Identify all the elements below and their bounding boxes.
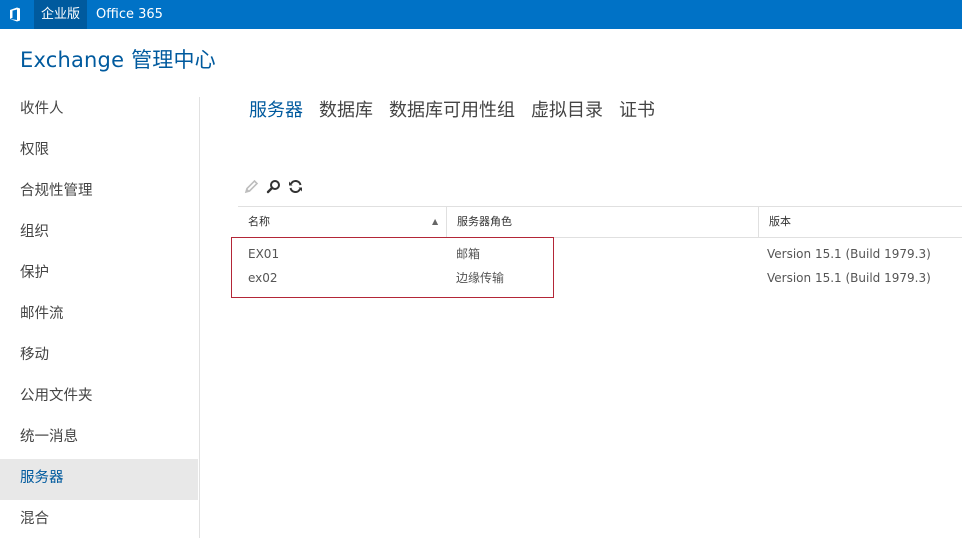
- column-header-role[interactable]: 服务器角色: [446, 207, 758, 237]
- sidebar-item-unified-messaging[interactable]: 统一消息: [0, 418, 198, 459]
- tab-servers[interactable]: 服务器: [249, 96, 303, 122]
- tab-databases[interactable]: 数据库: [319, 96, 373, 122]
- sidebar-item-permissions[interactable]: 权限: [0, 131, 198, 172]
- pencil-edit-icon[interactable]: [243, 177, 259, 195]
- sidebar-item-mobile[interactable]: 移动: [0, 336, 198, 377]
- sidebar-nav: 收件人 权限 合规性管理 组织 保护 邮件流 移动 公用文件夹 统一消息 服务器…: [0, 90, 198, 538]
- servers-grid: 名称 ▲ 服务器角色 版本 EX01 邮箱 Version 15.1 (Buil…: [238, 206, 962, 290]
- table-row[interactable]: EX01 邮箱 Version 15.1 (Build 1979.3): [238, 242, 962, 266]
- page-title: Exchange 管理中心: [20, 48, 216, 72]
- column-header-name-label: 名称: [248, 215, 270, 228]
- sidebar-item-servers[interactable]: 服务器: [0, 459, 198, 500]
- cell-version: Version 15.1 (Build 1979.3): [767, 247, 931, 261]
- grid-rows: EX01 邮箱 Version 15.1 (Build 1979.3) ex02…: [238, 242, 962, 290]
- tab-virtual-directories[interactable]: 虚拟目录: [531, 96, 603, 122]
- sidebar-item-organization[interactable]: 组织: [0, 213, 198, 254]
- sidebar-item-recipients[interactable]: 收件人: [0, 90, 198, 131]
- top-bar: 企业版 Office 365: [0, 0, 962, 29]
- tab-database-availability-groups[interactable]: 数据库可用性组: [389, 96, 515, 122]
- sidebar-item-public-folders[interactable]: 公用文件夹: [0, 377, 198, 418]
- sidebar-item-protection[interactable]: 保护: [0, 254, 198, 295]
- sort-ascending-icon: ▲: [432, 217, 439, 226]
- sidebar-divider: [199, 97, 200, 538]
- sidebar-item-compliance[interactable]: 合规性管理: [0, 172, 198, 213]
- column-header-name[interactable]: 名称 ▲: [238, 207, 446, 237]
- cell-name: EX01: [248, 247, 280, 261]
- grid-header: 名称 ▲ 服务器角色 版本: [238, 206, 962, 238]
- cell-version: Version 15.1 (Build 1979.3): [767, 271, 931, 285]
- edition-tab[interactable]: 企业版: [34, 0, 88, 29]
- table-row[interactable]: ex02 边缘传输 Version 15.1 (Build 1979.3): [238, 266, 962, 290]
- sidebar-item-hybrid[interactable]: 混合: [0, 500, 198, 538]
- tab-certificates[interactable]: 证书: [619, 96, 655, 122]
- sidebar-item-mail-flow[interactable]: 邮件流: [0, 295, 198, 336]
- grid-toolbar: [243, 177, 309, 195]
- office-logo-icon[interactable]: [0, 0, 29, 29]
- tab-bar: 服务器 数据库 数据库可用性组 虚拟目录 证书: [249, 96, 671, 122]
- cell-role: 边缘传输: [456, 271, 505, 285]
- office365-link[interactable]: Office 365: [96, 7, 163, 22]
- column-header-version[interactable]: 版本: [758, 207, 962, 237]
- refresh-icon[interactable]: [287, 177, 303, 195]
- search-icon[interactable]: [265, 177, 281, 195]
- cell-role: 邮箱: [456, 247, 481, 261]
- cell-name: ex02: [248, 271, 278, 285]
